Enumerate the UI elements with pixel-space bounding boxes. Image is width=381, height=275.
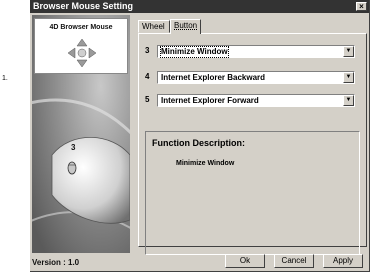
button-3-value: Minimize Window xyxy=(160,46,229,58)
button-5-row: 5 Internet Explorer Forward ▼ xyxy=(145,94,357,107)
chevron-down-icon[interactable]: ▼ xyxy=(343,46,354,57)
close-button[interactable]: × xyxy=(356,2,367,11)
button-4-number: 4 xyxy=(145,72,150,81)
logo-title: 4D Browser Mouse xyxy=(49,24,113,31)
chevron-down-icon[interactable]: ▼ xyxy=(343,72,354,83)
logo-box: 4D Browser Mouse xyxy=(34,18,128,74)
function-description-text: Minimize Window xyxy=(176,160,235,167)
close-icon: × xyxy=(359,2,364,11)
button-tab-panel: 3 Minimize Window ▼ 4 Internet Explorer … xyxy=(138,33,367,255)
button-5-value: Internet Explorer Forward xyxy=(161,96,259,105)
tab-control: Wheel Button 3 Minimize Window ▼ 4 Inter… xyxy=(138,19,367,255)
four-direction-arrows-icon xyxy=(67,38,97,68)
button-4-value: Internet Explorer Backward xyxy=(161,73,266,82)
button-3-row: 3 Minimize Window ▼ xyxy=(145,45,357,58)
browser-mouse-setting-dialog: Browser Mouse Setting × 4D Browser Mouse… xyxy=(30,0,370,272)
button-5-number: 5 xyxy=(145,95,150,104)
button-number-label: 3 xyxy=(71,143,76,152)
function-description-title: Function Description: xyxy=(152,138,245,148)
margin-marker: 1. xyxy=(2,75,8,82)
chevron-down-icon[interactable]: ▼ xyxy=(343,95,354,106)
version-label: Version : 1.0 xyxy=(32,258,80,267)
function-description-box: Function Description: Minimize Window xyxy=(145,131,360,255)
button-3-number: 3 xyxy=(145,46,150,55)
cancel-button[interactable]: Cancel xyxy=(274,254,314,268)
tab-wheel[interactable]: Wheel xyxy=(138,20,170,33)
ok-button[interactable]: Ok xyxy=(225,254,265,268)
button-5-select[interactable]: Internet Explorer Forward ▼ xyxy=(157,94,355,107)
window-title: Browser Mouse Setting xyxy=(33,1,134,11)
button-3-select[interactable]: Minimize Window ▼ xyxy=(157,45,355,58)
mouse-illustration-panel: 4D Browser Mouse 3 xyxy=(32,15,130,253)
apply-button[interactable]: Apply xyxy=(323,254,363,268)
tab-button[interactable]: Button xyxy=(170,19,201,34)
button-4-row: 4 Internet Explorer Backward ▼ xyxy=(145,71,357,84)
button-4-select[interactable]: Internet Explorer Backward ▼ xyxy=(157,71,355,84)
title-bar: Browser Mouse Setting × xyxy=(30,0,369,13)
